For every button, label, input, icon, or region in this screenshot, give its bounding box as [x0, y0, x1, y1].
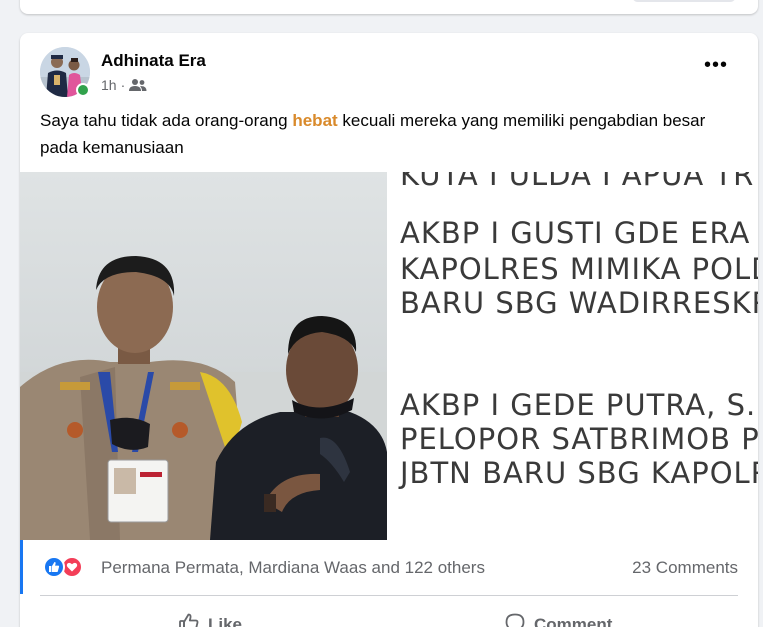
image-text-line: BARU SBG WADIRRESKR — [400, 286, 758, 320]
image-text-line: PELOPOR SATBRIMOB P — [400, 422, 758, 456]
online-status-dot — [76, 83, 90, 97]
post-caption: Saya tahu tidak ada orang-orang hebat ke… — [40, 107, 740, 161]
meta-separator: · — [120, 77, 126, 93]
photo-people — [20, 172, 387, 540]
image-text-line: JBTN BARU SBG KAPOLR — [400, 456, 758, 490]
reaction-names[interactable]: Permana Permata, Mardiana Waas and 122 o… — [101, 558, 485, 578]
author-name[interactable]: Adhinata Era — [101, 51, 206, 71]
comment-count[interactable]: 23 Comments — [632, 558, 738, 578]
thumbs-up-icon — [178, 612, 200, 627]
caption-highlight: hebat — [292, 111, 338, 130]
post-image[interactable]: KUTA I ULDA I APUA TR AKBP I GUSTI GDE E… — [20, 172, 758, 540]
more-options-icon[interactable]: ••• — [702, 54, 730, 76]
reactions-summary: Permana Permata, Mardiana Waas and 122 o… — [20, 540, 758, 594]
photo-text-overlay: KUTA I ULDA I APUA TR AKBP I GUSTI GDE E… — [387, 172, 758, 540]
caption-text-start: Saya tahu tidak ada orang-orang — [40, 111, 293, 130]
reaction-icons[interactable] — [43, 556, 83, 578]
friends-icon[interactable] — [129, 78, 147, 92]
comment-icon — [504, 612, 526, 627]
image-text-line: AKBP I GEDE PUTRA, S.H — [400, 388, 758, 422]
post-meta: 1h · — [101, 77, 147, 93]
image-text-line: AKBP I GUSTI GDE ERA — [400, 216, 751, 250]
like-icon — [43, 556, 65, 578]
like-label: Like — [208, 615, 243, 627]
actions-divider — [40, 595, 738, 596]
previous-post-button[interactable] — [632, 0, 736, 2]
post-card: Adhinata Era 1h · ••• Saya tahu tidak ad… — [20, 33, 758, 627]
comment-button[interactable]: Comment — [504, 605, 612, 627]
image-text-line: KAPOLRES MIMIKA POLD — [400, 252, 758, 286]
like-button[interactable]: Like — [178, 605, 242, 627]
post-time[interactable]: 1h — [101, 77, 117, 93]
previous-post-card — [20, 0, 758, 14]
comment-label: Comment — [534, 615, 613, 627]
image-text-line: KUTA I ULDA I APUA TR — [400, 172, 755, 192]
